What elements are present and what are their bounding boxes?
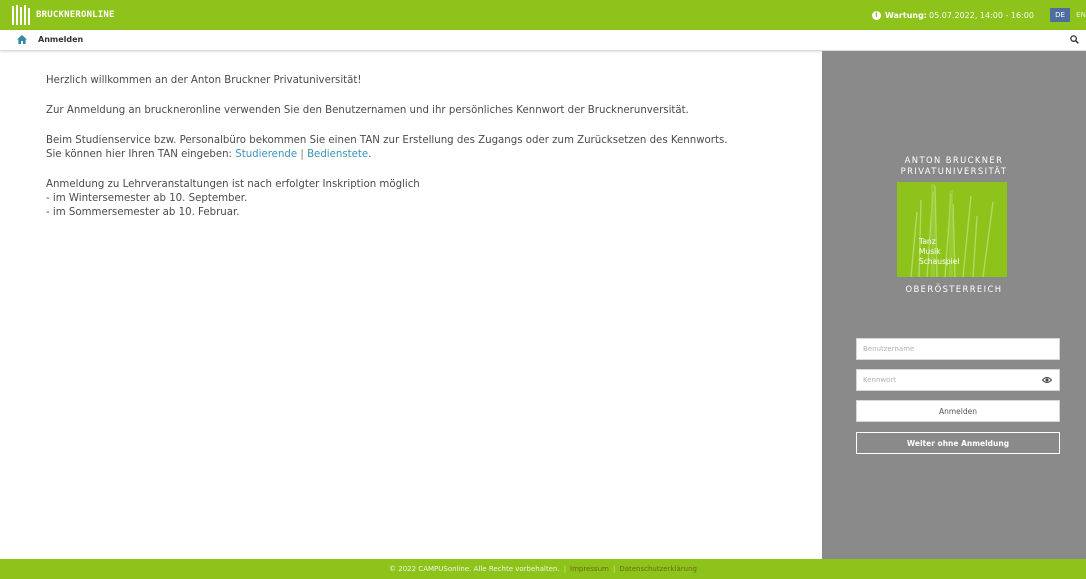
login-button[interactable]: Anmelden <box>856 400 1060 422</box>
courses-line3: - im Sommersemester ab 10. Februar. <box>46 207 240 218</box>
footer-content: © 2022 CAMPUSonline. Alle Rechte vorbeha… <box>0 559 1086 579</box>
university-region: OBERÖSTERREICH <box>905 284 1003 294</box>
top-bar: BRUCKNERONLINE i Wartung: 05.07.2022, 14… <box>0 0 1086 30</box>
password-placeholder: Kennwort <box>863 376 897 384</box>
search-icon[interactable] <box>1070 35 1079 44</box>
info-icon: i <box>871 10 881 20</box>
university-emblem: Tanz Musik Schauspiel <box>897 182 1007 277</box>
impressum-link[interactable]: Impressum <box>570 565 609 573</box>
emblem-words: Tanz Musik Schauspiel <box>919 237 959 267</box>
university-name-line2: PRIVATUNIVERSITÄT <box>900 166 1008 176</box>
logo-text: BRUCKNERONLINE <box>36 10 115 20</box>
emblem-word-dance: Tanz <box>919 237 936 246</box>
home-icon[interactable] <box>17 35 27 44</box>
page-title: Anmelden <box>38 35 84 44</box>
main-content: Herzlich willkommen an der Anton Bruckne… <box>46 74 806 220</box>
footer: © 2022 CAMPUSonline. Alle Rechte vorbeha… <box>0 559 1086 579</box>
login-sidebar: ANTON BRUCKNER PRIVATUNIVERSITÄT Tanz Mu… <box>822 51 1086 559</box>
university-name-line1: ANTON BRUCKNER <box>904 155 1004 165</box>
tan-info-prefix: Sie können hier Ihren TAN eingeben: <box>46 149 236 160</box>
continue-without-login-button[interactable]: Weiter ohne Anmeldung <box>856 432 1060 454</box>
courses-info: Anmeldung zu Lehrveranstaltungen ist nac… <box>46 178 806 220</box>
emblem-word-music: Musik <box>919 247 941 256</box>
tan-info-line1: Beim Studienservice bzw. Personalbüro be… <box>46 135 728 146</box>
footer-separator: | <box>563 565 567 573</box>
link-suffix: . <box>368 149 372 160</box>
university-name: ANTON BRUCKNER PRIVATUNIVERSITÄT <box>822 155 1086 177</box>
tan-info: Beim Studienservice bzw. Personalbüro be… <box>46 134 806 162</box>
maintenance-label: Wartung: <box>884 10 928 20</box>
emblem-word-acting: Schauspiel <box>919 257 960 266</box>
footer-separator: | <box>612 565 616 573</box>
tan-info-line2: Sie können hier Ihren TAN eingeben: Stud… <box>46 148 806 162</box>
courses-line1: Anmeldung zu Lehrveranstaltungen ist nac… <box>46 179 420 190</box>
password-input[interactable]: Kennwort <box>856 369 1060 391</box>
maintenance-value: 05.07.2022, 14:00 - 16:00 <box>929 10 1034 20</box>
copyright-text: © 2022 CAMPUSonline. Alle Rechte vorbeha… <box>389 565 560 573</box>
lang-en-button[interactable]: EN <box>1074 8 1086 22</box>
logo-icon <box>11 4 33 26</box>
login-info-text: Zur Anmeldung an bruckneronline verwende… <box>46 105 689 116</box>
lang-de-button[interactable]: DE <box>1050 8 1070 22</box>
breadcrumb-bar: Anmelden <box>0 30 1086 51</box>
privacy-link[interactable]: Datenschutzerklärung <box>619 565 697 573</box>
username-input[interactable]: Benutzername <box>856 338 1060 360</box>
link-separator: | <box>297 149 308 160</box>
username-placeholder: Benutzername <box>863 345 915 353</box>
students-link[interactable]: Studierende <box>235 149 297 160</box>
eye-icon[interactable] <box>1042 376 1052 384</box>
staff-link[interactable]: Bedienstete <box>307 149 368 160</box>
courses-line2: - im Wintersemester ab 10. September. <box>46 193 248 204</box>
welcome-text: Herzlich willkommen an der Anton Bruckne… <box>46 75 362 86</box>
maintenance-notice: i Wartung: 05.07.2022, 14:00 - 16:00 <box>871 0 1034 30</box>
logo[interactable]: BRUCKNERONLINE <box>11 4 115 26</box>
